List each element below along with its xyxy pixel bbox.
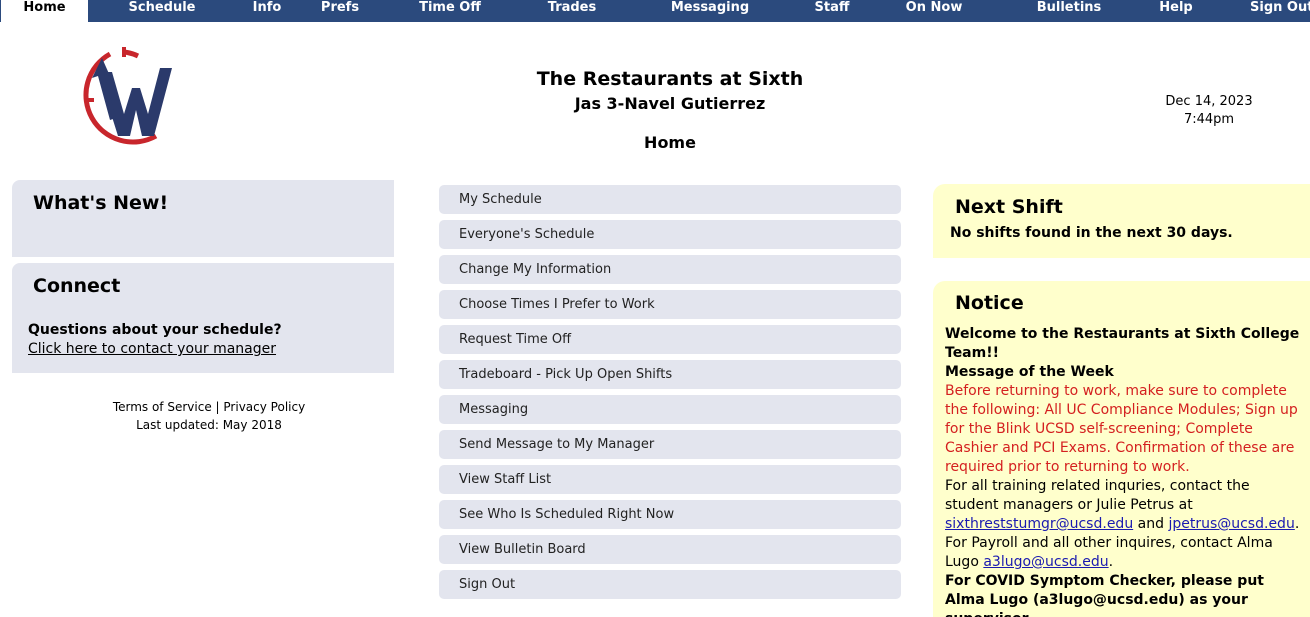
notice-title: Notice — [955, 292, 1024, 314]
tab-messaging[interactable]: Messaging — [670, 0, 750, 22]
menu-everyones-schedule[interactable]: Everyone's Schedule — [439, 220, 901, 249]
tab-trades[interactable]: Trades — [544, 0, 600, 22]
notice-and: and — [1137, 516, 1164, 532]
notice-welcome: Welcome to the Restaurants at Sixth Coll… — [945, 326, 1300, 361]
tab-schedule[interactable]: Schedule — [124, 0, 200, 22]
legal-links: Terms of Service | Privacy Policy — [12, 398, 406, 416]
current-time: 7:44pm — [1183, 112, 1235, 127]
notice-covid: For COVID Symptom Checker, please put Al… — [945, 573, 1264, 617]
connect-question: Questions about your schedule? — [28, 322, 282, 338]
contact-manager-link[interactable]: Click here to contact your manager — [28, 341, 276, 357]
whats-new-title: What's New! — [33, 192, 169, 214]
current-datetime: Dec 14, 2023 7:44pm — [1150, 93, 1268, 129]
notice-body: Welcome to the Restaurants at Sixth Coll… — [945, 325, 1307, 617]
notice-period: . — [1294, 516, 1300, 532]
menu-choose-preferred-times[interactable]: Choose Times I Prefer to Work — [439, 290, 901, 319]
email-link-jpetrus[interactable]: jpetrus@ucsd.edu — [1168, 516, 1294, 532]
menu-tradeboard[interactable]: Tradeboard - Pick Up Open Shifts — [439, 360, 901, 389]
notice-payroll: For Payroll and all other inquires, cont… — [945, 534, 1307, 572]
menu-my-schedule[interactable]: My Schedule — [439, 185, 901, 214]
next-shift-title: Next Shift — [955, 196, 1063, 218]
notice-training-text: For all training related inquries, conta… — [945, 478, 1250, 513]
menu-messaging[interactable]: Messaging — [439, 395, 901, 424]
notice-alert-text: Before returning to work, make sure to c… — [945, 383, 1298, 475]
tab-on-now[interactable]: On Now — [903, 0, 965, 22]
top-nav: Home Schedule Info Prefs Time Off Trades… — [0, 0, 1310, 22]
legal-separator: | — [215, 400, 220, 414]
connect-panel: Connect Questions about your schedule? C… — [12, 263, 394, 373]
w-clock-logo-icon — [83, 47, 172, 145]
menu-view-staff-list[interactable]: View Staff List — [439, 465, 901, 494]
email-link-sixthreststumgr[interactable]: sixthreststumgr@ucsd.edu — [945, 516, 1133, 532]
menu-bulletin-board[interactable]: View Bulletin Board — [439, 535, 901, 564]
tab-prefs[interactable]: Prefs — [316, 0, 364, 22]
menu-request-time-off[interactable]: Request Time Off — [439, 325, 901, 354]
tab-home[interactable]: Home — [0, 0, 89, 22]
footer-links: Terms of Service | Privacy Policy Last u… — [12, 398, 406, 434]
privacy-policy-link[interactable]: Privacy Policy — [223, 400, 305, 414]
tab-sign-out[interactable]: Sign Out — [1250, 0, 1310, 22]
whats-new-panel: What's New! — [12, 180, 394, 257]
company-logo — [72, 44, 176, 154]
notice-period-2: . — [1108, 554, 1114, 570]
notice-message-of-week: Message of the Week — [945, 364, 1114, 380]
next-shift-panel: Next Shift No shifts found in the next 3… — [933, 184, 1310, 258]
last-updated: Last updated: May 2018 — [136, 418, 282, 432]
next-shift-text: No shifts found in the next 30 days. — [950, 225, 1233, 241]
terms-of-service-link[interactable]: Terms of Service — [113, 400, 212, 414]
notice-training: For all training related inquries, conta… — [945, 477, 1307, 534]
notice-panel: Notice Welcome to the Restaurants at Six… — [933, 281, 1310, 617]
tab-info[interactable]: Info — [245, 0, 289, 22]
organization-title: The Restaurants at Sixth — [536, 68, 804, 90]
current-date: Dec 14, 2023 — [1165, 94, 1253, 109]
tab-help[interactable]: Help — [1156, 0, 1196, 22]
menu-scheduled-now[interactable]: See Who Is Scheduled Right Now — [439, 500, 901, 529]
email-link-a3lugo[interactable]: a3lugo@ucsd.edu — [983, 554, 1108, 570]
user-name: Jas 3-Navel Gutierrez — [574, 94, 766, 113]
menu-sign-out[interactable]: Sign Out — [439, 570, 901, 599]
tab-bulletins[interactable]: Bulletins — [1035, 0, 1103, 22]
tab-time-off[interactable]: Time Off — [414, 0, 486, 22]
menu-change-my-information[interactable]: Change My Information — [439, 255, 901, 284]
page-title: Home — [644, 133, 696, 152]
connect-title: Connect — [33, 275, 121, 297]
menu-message-manager[interactable]: Send Message to My Manager — [439, 430, 901, 459]
tab-staff[interactable]: Staff — [809, 0, 855, 22]
